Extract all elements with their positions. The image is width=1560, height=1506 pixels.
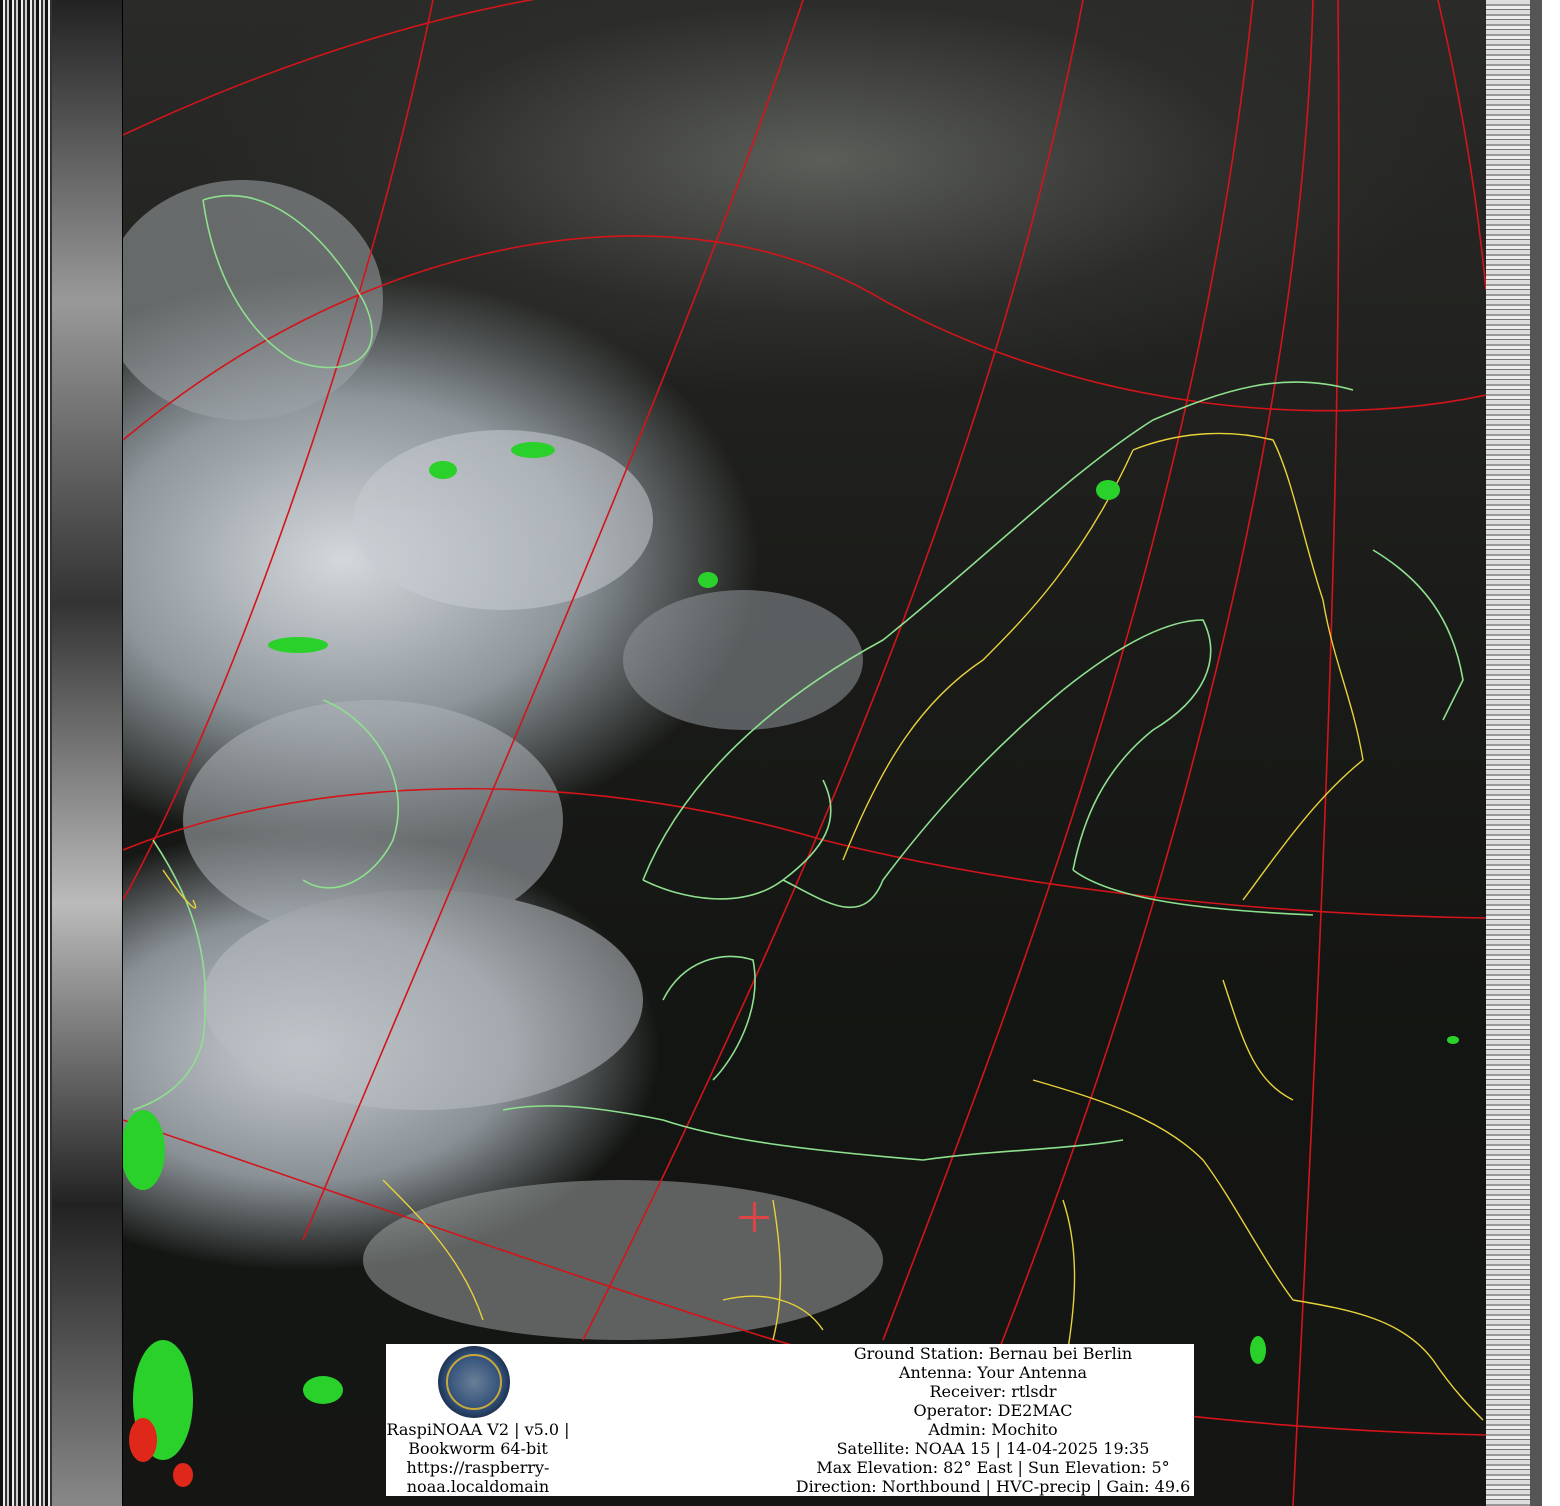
cloud-layer	[123, 180, 883, 1340]
logo-ring	[446, 1354, 502, 1410]
telemetry-strip-a	[52, 0, 122, 1506]
satellite-image-canvas: RaspiNOAA V2 | v5.0 | Bookworm 64-bit ht…	[0, 0, 1560, 1506]
pass-info: Ground Station: Bernau bei Berlin Antenn…	[792, 1344, 1194, 1496]
satellite-line: Satellite: NOAA 15 | 14-04-2025 19:35	[836, 1439, 1150, 1458]
ground-station-line: Ground Station: Bernau bei Berlin	[853, 1344, 1133, 1363]
software-info: RaspiNOAA V2 | v5.0 | Bookworm 64-bit ht…	[386, 1420, 570, 1496]
software-line-2: Bookworm 64-bit	[408, 1439, 548, 1458]
sync-strip-b	[1486, 0, 1530, 1506]
sync-strip-a	[0, 0, 52, 1506]
software-line-3: https://raspberry-	[406, 1458, 550, 1477]
weather-image	[123, 0, 1486, 1506]
software-line-1: RaspiNOAA V2 | v5.0 |	[386, 1420, 570, 1439]
direction-line: Direction: Northbound | HVC-precip | Gai…	[795, 1477, 1191, 1496]
operator-line: Operator: DE2MAC	[913, 1401, 1073, 1420]
map-overlay	[123, 0, 1486, 1506]
telemetry-strip-b	[1530, 0, 1560, 1506]
elevation-line: Max Elevation: 82° East | Sun Elevation:…	[816, 1458, 1170, 1477]
antenna-line: Antenna: Your Antenna	[898, 1363, 1088, 1382]
receiver-line: Receiver: rtlsdr	[929, 1382, 1057, 1401]
station-info-footer: RaspiNOAA V2 | v5.0 | Bookworm 64-bit ht…	[386, 1344, 1194, 1496]
admin-line: Admin: Mochito	[928, 1420, 1058, 1439]
software-line-4: noaa.localdomain	[406, 1477, 550, 1496]
ground-station-marker	[739, 1202, 769, 1232]
